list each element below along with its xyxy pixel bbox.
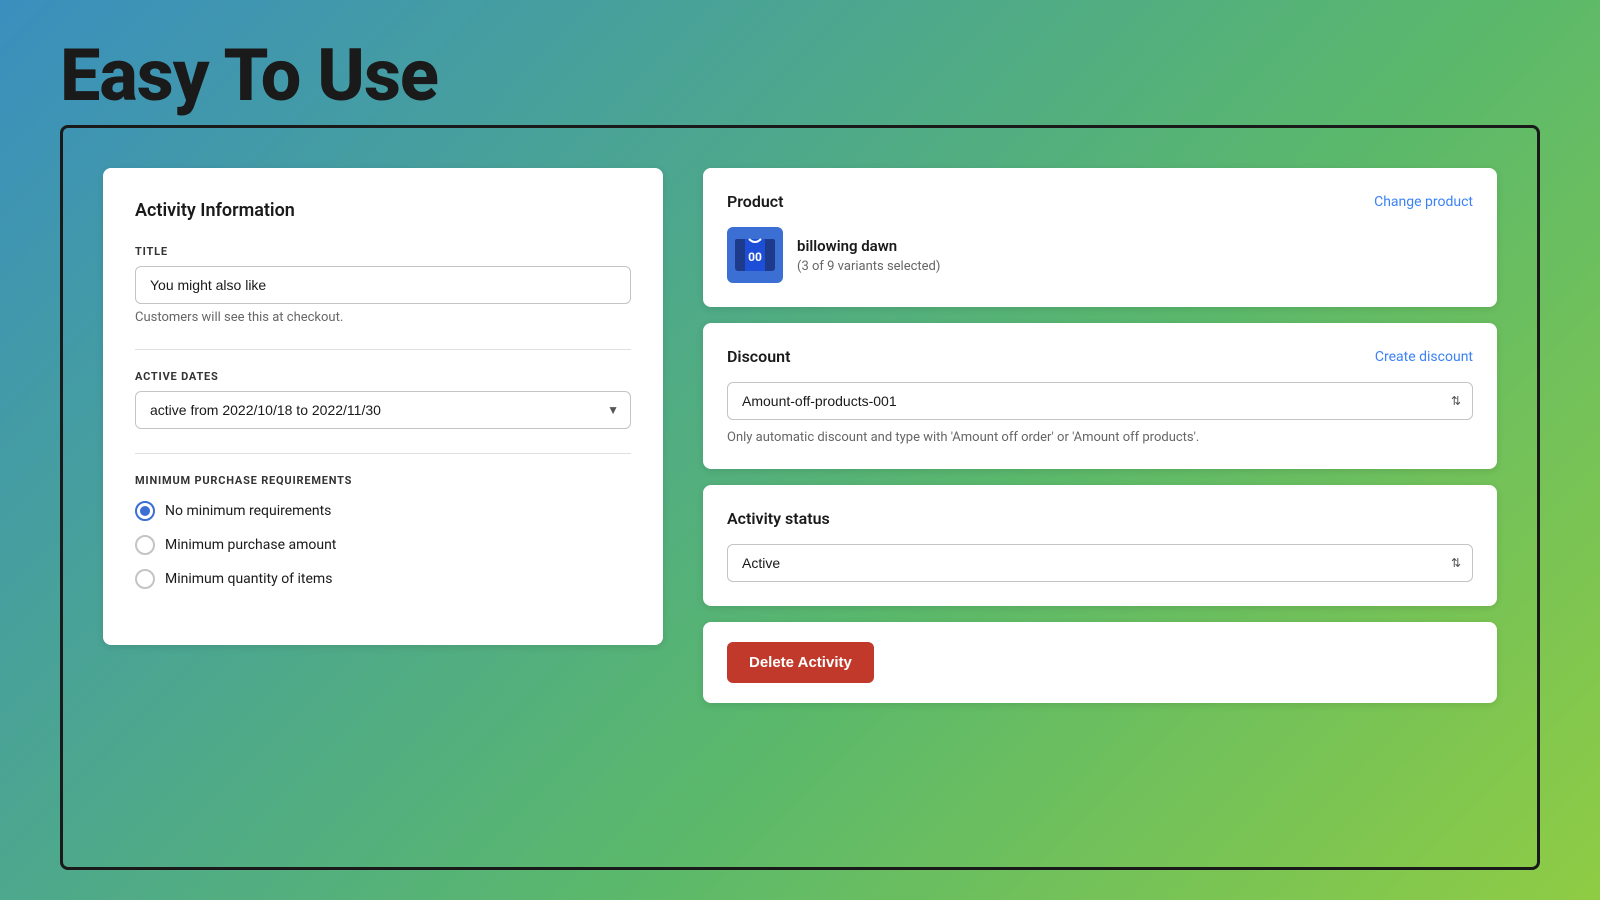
discount-select[interactable]: Amount-off-products-001 xyxy=(727,382,1473,420)
active-dates-field-group: ACTIVE DATES active from 2022/10/18 to 2… xyxy=(135,370,631,429)
discount-card-header: Discount Create discount xyxy=(727,347,1473,366)
radio-min-qty[interactable]: Minimum quantity of items xyxy=(135,569,631,589)
active-dates-label: ACTIVE DATES xyxy=(135,370,631,383)
bottom-actions: Delete Activity xyxy=(703,622,1497,703)
active-dates-select[interactable]: active from 2022/10/18 to 2022/11/30 xyxy=(135,391,631,429)
discount-select-wrapper: Amount-off-products-001 ⇅ xyxy=(727,382,1473,420)
radio-no-min-circle xyxy=(135,501,155,521)
product-card: Product Change product xyxy=(703,168,1497,307)
title-input[interactable] xyxy=(135,266,631,304)
delete-activity-button[interactable]: Delete Activity xyxy=(727,642,874,683)
main-frame: Activity Information TITLE Customers wil… xyxy=(60,125,1540,870)
product-card-title: Product xyxy=(727,192,784,211)
product-card-header: Product Change product xyxy=(727,192,1473,211)
radio-group: No minimum requirements Minimum purchase… xyxy=(135,501,631,589)
status-select-wrapper: Active Inactive ⇅ xyxy=(727,544,1473,582)
status-select[interactable]: Active Inactive xyxy=(727,544,1473,582)
radio-min-qty-label: Minimum quantity of items xyxy=(165,571,332,587)
radio-no-min-label: No minimum requirements xyxy=(165,503,331,519)
title-field-group: TITLE Customers will see this at checkou… xyxy=(135,245,631,325)
status-card-header: Activity status xyxy=(727,509,1473,528)
status-card-title: Activity status xyxy=(727,509,830,528)
right-panel: Product Change product xyxy=(703,168,1497,703)
min-purchase-label: MINIMUM PURCHASE REQUIREMENTS xyxy=(135,474,631,487)
product-info: billowing dawn (3 of 9 variants selected… xyxy=(797,237,940,274)
left-panel-title: Activity Information xyxy=(135,200,631,221)
create-discount-link[interactable]: Create discount xyxy=(1375,349,1473,365)
title-label: TITLE xyxy=(135,245,631,258)
divider-1 xyxy=(135,349,631,350)
radio-min-qty-circle xyxy=(135,569,155,589)
divider-2 xyxy=(135,453,631,454)
product-name: billowing dawn xyxy=(797,237,940,255)
radio-min-amount-label: Minimum purchase amount xyxy=(165,537,336,553)
discount-card-title: Discount xyxy=(727,347,790,366)
radio-no-min[interactable]: No minimum requirements xyxy=(135,501,631,521)
product-row: 00 billowing dawn (3 of 9 variants selec… xyxy=(727,227,1473,283)
page-title: Easy To Use xyxy=(60,33,438,118)
active-dates-select-wrapper: active from 2022/10/18 to 2022/11/30 ▼ xyxy=(135,391,631,429)
product-variants: (3 of 9 variants selected) xyxy=(797,259,940,274)
radio-min-amount[interactable]: Minimum purchase amount xyxy=(135,535,631,555)
activity-information-panel: Activity Information TITLE Customers wil… xyxy=(103,168,663,645)
discount-card: Discount Create discount Amount-off-prod… xyxy=(703,323,1497,469)
radio-min-amount-circle xyxy=(135,535,155,555)
change-product-link[interactable]: Change product xyxy=(1374,194,1473,210)
title-hint: Customers will see this at checkout. xyxy=(135,310,631,325)
svg-text:00: 00 xyxy=(748,250,762,264)
status-card: Activity status Active Inactive ⇅ xyxy=(703,485,1497,606)
radio-no-min-inner xyxy=(140,506,150,516)
min-purchase-group: MINIMUM PURCHASE REQUIREMENTS No minimum… xyxy=(135,474,631,589)
discount-hint: Only automatic discount and type with 'A… xyxy=(727,430,1473,445)
product-image: 00 xyxy=(727,227,783,283)
